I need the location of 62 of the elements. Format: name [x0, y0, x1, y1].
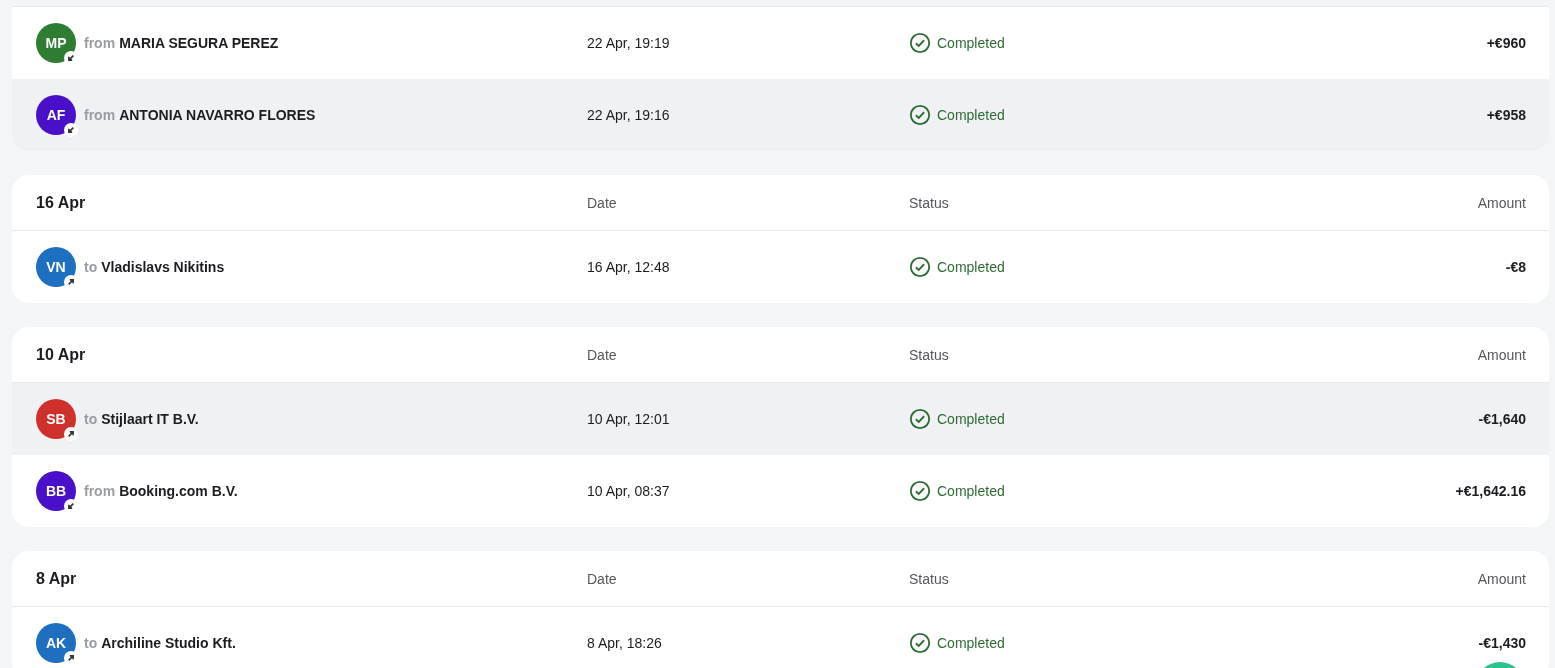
column-header: Date [587, 570, 618, 587]
direction-label: from [84, 35, 116, 51]
status-label: Completed [937, 635, 1005, 651]
status-label: Completed [937, 411, 1005, 427]
column-header: Status [909, 570, 950, 587]
status-label: Completed [937, 107, 1005, 123]
check-circle-icon [909, 480, 931, 502]
column-header: Status [909, 346, 950, 363]
counterparty-name: Archiline Studio Kft. [101, 635, 236, 651]
status-label: Completed [937, 35, 1005, 51]
transaction-row[interactable]: AF from ANTONIA NAVARRO FLORES 22 Apr, 19:16 Completed +€958 [12, 79, 1549, 151]
group-date-heading: 16 Apr [36, 193, 87, 212]
direction-label: to [84, 259, 98, 275]
transaction-amount: -€1,430 [1478, 635, 1526, 651]
transaction-row[interactable]: BB from Booking.com B.V. 10 Apr, 08:37 Completed +€1,642.16 [12, 455, 1549, 527]
transaction-amount: -€8 [1505, 259, 1526, 275]
transaction-row[interactable]: MP from MARIA SEGURA PEREZ 22 Apr, 19:19 Completed +€960 [12, 7, 1549, 79]
column-header: Amount [1477, 194, 1526, 211]
avatar: VN [36, 247, 76, 287]
direction-label: to [84, 411, 98, 427]
transaction-amount: +€1,642.16 [1455, 483, 1526, 499]
column-header: Amount [1477, 570, 1526, 587]
column-header: Date [587, 346, 618, 363]
transaction-date: 10 Apr, 12:01 [587, 411, 671, 427]
transaction-amount: +€958 [1486, 107, 1526, 123]
transaction-row[interactable]: SB to Stijlaart IT B.V. 10 Apr, 12:01 Completed -€1,640 [12, 383, 1549, 455]
counterparty-name: Vladislavs Nikitins [101, 259, 225, 275]
counterparty-name: ANTONIA NAVARRO FLORES [119, 107, 316, 123]
column-header: Date [587, 194, 618, 211]
transaction-date: 22 Apr, 19:19 [587, 35, 671, 51]
transaction-date: 22 Apr, 19:16 [587, 107, 671, 123]
direction-label: from [84, 107, 116, 123]
transaction-date: 8 Apr, 18:26 [587, 635, 663, 651]
transaction-date: 16 Apr, 12:48 [587, 259, 671, 275]
avatar: AF [36, 95, 76, 135]
status-label: Completed [937, 259, 1005, 275]
counterparty-name: Stijlaart IT B.V. [101, 411, 199, 427]
column-header: Amount [1477, 346, 1526, 363]
transaction-amount: +€960 [1486, 35, 1526, 51]
avatar: BB [36, 471, 76, 511]
status-label: Completed [937, 483, 1005, 499]
check-circle-icon [909, 104, 931, 126]
avatar: MP [36, 23, 76, 63]
transaction-date: 10 Apr, 08:37 [587, 483, 671, 499]
check-circle-icon [909, 256, 931, 278]
check-circle-icon [909, 408, 931, 430]
group-date-heading: 10 Apr [36, 345, 87, 364]
avatar: SB [36, 399, 76, 439]
avatar: AK [36, 623, 76, 663]
transaction-row[interactable]: AK to Archiline Studio Kft. 8 Apr, 18:26 Completed -€1,430 [12, 607, 1549, 668]
direction-label: from [84, 483, 116, 499]
transaction-row[interactable]: VN to Vladislavs Nikitins 16 Apr, 12:48 Completed -€8 [12, 231, 1549, 303]
check-circle-icon [909, 632, 931, 654]
check-circle-icon [909, 32, 931, 54]
group-date-heading: 8 Apr [36, 569, 78, 588]
direction-label: to [84, 635, 98, 651]
transaction-amount: -€1,640 [1478, 411, 1526, 427]
arrow-up-right-icon [64, 427, 78, 441]
counterparty-name: Booking.com B.V. [119, 483, 238, 499]
arrow-down-left-icon [64, 123, 78, 137]
counterparty-name: MARIA SEGURA PEREZ [119, 35, 279, 51]
column-header: Status [909, 194, 950, 211]
